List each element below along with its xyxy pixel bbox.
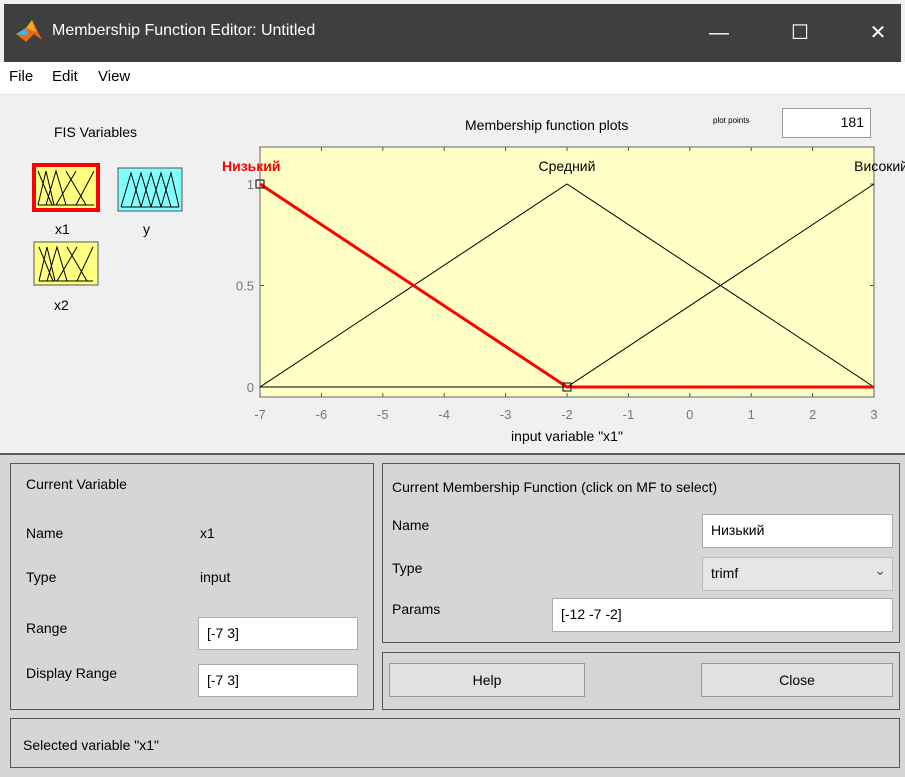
display-range-input[interactable]: [-7 3] [198,664,358,697]
x-tick-label: 3 [870,407,877,422]
variable-type-label: Type [26,569,57,585]
range-input[interactable]: [-7 3] [198,617,358,650]
mf-label-3[interactable]: Високий [854,158,905,174]
close-button[interactable]: Close [701,663,893,697]
x-tick-label: 1 [748,407,755,422]
x-tick-label: -6 [316,407,328,422]
mf-params-input[interactable]: [-12 -7 -2] [552,598,893,632]
x-tick-label: -4 [438,407,450,422]
status-text: Selected variable "x1" [23,737,160,753]
x-tick-label: -1 [623,407,635,422]
mf-params-label: Params [392,601,441,617]
mf-name-label: Name [392,517,430,533]
y-tick-label: 1 [247,177,254,192]
variable-name-label: Name [26,525,64,541]
membership-function-plot[interactable]: -7 -6 -5 -4 -3 -2 -1 0 1 2 3 0 0.5 1 input variable "x… [0,0,905,452]
x-tick-label: -3 [500,407,512,422]
y-tick-label: 0.5 [236,279,254,294]
mf-type-select[interactable]: trimf ⌄ [702,557,893,591]
mf-type-label: Type [392,560,423,576]
x-tick-label: -5 [377,407,389,422]
current-mf-title: Current Membership Function (click on MF… [392,479,718,495]
variable-type-value: input [200,569,231,585]
mf-label-1[interactable]: Низький [222,158,281,174]
range-label: Range [26,620,68,636]
x-axis-label: input variable "x1" [511,428,623,444]
variable-name-value: x1 [200,525,215,541]
help-button[interactable]: Help [389,663,585,697]
x-tick-label: -7 [254,407,266,422]
chevron-down-icon: ⌄ [874,562,886,578]
mf-label-2[interactable]: Средний [539,158,596,174]
mf-name-input[interactable]: Низький [702,514,893,548]
display-range-label: Display Range [26,665,118,681]
x-tick-label: 0 [686,407,693,422]
x-tick-label: -2 [561,407,573,422]
current-variable-title: Current Variable [26,476,127,492]
y-tick-label: 0 [247,380,254,395]
mf-type-value: trimf [711,565,739,581]
x-tick-label: 2 [809,407,816,422]
status-bar: Selected variable "x1" [10,718,900,768]
